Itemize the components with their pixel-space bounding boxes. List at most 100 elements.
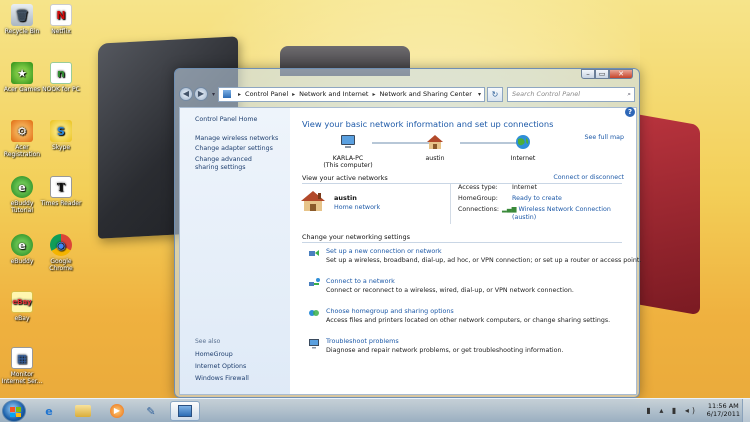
desktop-icon-recycle-bin[interactable]: 🗑 Recycle Bin — [1, 4, 43, 35]
homegroup-icon — [309, 310, 319, 316]
map-node-label: austin — [425, 154, 445, 162]
desktop-icon-nook[interactable]: n NOOK for PC — [40, 62, 82, 93]
computer-icon — [341, 135, 355, 148]
main-pane: View your basic network information and … — [290, 108, 641, 394]
active-networks-heading: View your active networks — [302, 174, 388, 182]
taskbar-windows-explorer[interactable] — [68, 401, 98, 421]
caption-buttons: – ▭ ✕ — [581, 69, 633, 79]
divider — [450, 184, 451, 224]
breadcrumb-network-sharing-center[interactable]: Network and Sharing Center — [379, 90, 471, 98]
monitor-internet-icon: ▦ — [11, 347, 33, 369]
map-node-austin[interactable]: austin — [410, 134, 460, 162]
task-description: Diagnose and repair network problems, or… — [326, 347, 564, 354]
wallpaper-laptop — [640, 114, 700, 316]
change-adapter-settings-link[interactable]: Change adapter settings — [195, 145, 285, 153]
homegroup-link[interactable]: HomeGroup — [195, 351, 285, 359]
breadcrumb-network-internet[interactable]: Network and Internet — [299, 90, 368, 98]
ebay-icon: eBay — [11, 291, 33, 313]
search-input[interactable]: Search Control Panel ⌕ — [507, 86, 635, 102]
refresh-button[interactable]: ↻ — [487, 86, 503, 102]
desktop-icon-ebuddy[interactable]: e eBuddy — [1, 234, 43, 265]
globe-icon — [516, 135, 530, 149]
skype-icon: S — [50, 120, 72, 142]
start-button[interactable] — [2, 400, 26, 422]
task-title[interactable]: Connect to a network — [326, 277, 395, 285]
show-desktop-button[interactable] — [742, 399, 750, 422]
home-network-icon — [301, 191, 325, 211]
desktop-icon-skype[interactable]: S Skype — [40, 120, 82, 151]
navigation-bar: ◀ ▶ ▾ ▸ Control Panel ▸ Network and Inte… — [179, 85, 635, 103]
access-type-label: Access type: — [458, 184, 498, 191]
taskbar-media-player[interactable]: ▶ — [102, 401, 132, 421]
taskbar-pinned-app[interactable]: ✎ — [136, 401, 166, 421]
desktop-icon-monitor-internet[interactable]: ▦ Monitor Internet Ser... — [1, 347, 43, 385]
windows-logo-icon — [10, 407, 21, 417]
new-connection-icon — [309, 250, 319, 256]
taskbar-internet-explorer[interactable]: e — [34, 401, 64, 421]
desktop-icon-acer-games[interactable]: ★ Acer Games — [1, 62, 43, 93]
see-also-heading: See also — [195, 338, 221, 345]
clock-time: 11:56 AM — [707, 402, 739, 410]
map-node-internet[interactable]: Internet — [498, 134, 548, 162]
taskbar: e ▶ ✎ ▮ ▴ ▮ ◂) 11:56 AM 6/17/2011 — [0, 398, 750, 422]
recycle-bin-icon: 🗑 — [11, 4, 33, 26]
desktop-icon-label: NOOK for PC — [42, 86, 80, 93]
chrome-icon: ◉ — [50, 234, 72, 256]
ebuddy-tutorial-icon: e — [11, 176, 33, 198]
desktop-icon-label: Monitor Internet Ser... — [1, 371, 43, 385]
control-panel-icon — [178, 405, 192, 417]
system-tray[interactable]: ▮ ▴ ▮ ◂) — [646, 406, 698, 415]
change-advanced-sharing-link[interactable]: Change advanced sharing settings — [195, 156, 275, 172]
taskbar-control-panel[interactable] — [170, 401, 200, 421]
clock-date: 6/17/2011 — [706, 410, 740, 418]
desktop-icon-label: Acer Games — [3, 86, 41, 93]
breadcrumb-separator: ▸ — [292, 90, 296, 98]
task-title[interactable]: Choose homegroup and sharing options — [326, 307, 454, 315]
ebuddy-icon: e — [11, 234, 33, 256]
internet-explorer-icon: e — [45, 404, 53, 418]
back-button[interactable]: ◀ — [179, 87, 193, 101]
desktop-icon-label: Times Reader — [40, 200, 82, 207]
address-bar[interactable]: ▸ Control Panel ▸ Network and Internet ▸… — [218, 86, 485, 102]
desktop-icon-ebuddy-tutorial[interactable]: e eBuddy Tutorial — [1, 176, 43, 214]
forward-button[interactable]: ▶ — [194, 87, 208, 101]
task-title[interactable]: Troubleshoot problems — [326, 337, 399, 345]
network-sharing-center-window: – ▭ ✕ ◀ ▶ ▾ ▸ Control Panel ▸ Network an… — [174, 68, 641, 398]
manage-wireless-networks-link[interactable]: Manage wireless networks — [195, 135, 285, 143]
search-icon[interactable]: ⌕ — [627, 90, 631, 99]
desktop-icon-label: Netflix — [51, 28, 71, 35]
desktop-icon-ebay[interactable]: eBay eBay — [1, 291, 43, 322]
active-network-type-link[interactable]: Home network — [334, 204, 380, 211]
task-title[interactable]: Set up a new connection or network — [326, 247, 442, 255]
recent-pages-dropdown[interactable]: ▾ — [212, 91, 215, 98]
windows-firewall-link[interactable]: Windows Firewall — [195, 375, 285, 383]
address-dropdown-icon[interactable]: ▾ — [478, 91, 481, 98]
breadcrumb-separator: ▸ — [372, 90, 376, 98]
times-reader-icon: T — [50, 176, 72, 198]
homegroup-label: HomeGroup: — [458, 195, 498, 202]
desktop-icon-acer-registration[interactable]: ⚙ Acer Registration — [1, 120, 43, 158]
signal-icon: ▂▄▆ — [502, 206, 517, 213]
desktop-icon-times-reader[interactable]: T Times Reader — [40, 176, 82, 207]
media-player-icon: ▶ — [110, 404, 124, 418]
desktop-icon-google-chrome[interactable]: ◉ Google Chrome — [40, 234, 82, 272]
internet-options-link[interactable]: Internet Options — [195, 363, 285, 371]
homegroup-ready-link[interactable]: Ready to create — [512, 195, 562, 203]
maximize-button[interactable]: ▭ — [595, 69, 609, 79]
control-panel-home-link[interactable]: Control Panel Home — [195, 116, 285, 124]
breadcrumb-control-panel[interactable]: Control Panel — [245, 90, 288, 98]
close-button[interactable]: ✕ — [609, 69, 633, 79]
desktop-icon-label: Acer Registration — [3, 144, 41, 158]
help-icon[interactable]: ? — [625, 107, 635, 117]
troubleshoot-icon — [309, 339, 319, 349]
active-network-name: austin — [334, 194, 357, 202]
access-type-value: Internet — [512, 184, 538, 191]
desktop-icon-label: eBuddy — [10, 258, 34, 265]
desktop-icon-netflix[interactable]: N Netflix — [40, 4, 82, 35]
minimize-button[interactable]: – — [581, 69, 595, 79]
see-full-map-link[interactable]: See full map — [585, 134, 624, 141]
connect-disconnect-link[interactable]: Connect or disconnect — [553, 174, 624, 181]
wireless-connection-link[interactable]: ▂▄▆ Wireless Network Connection (austin) — [502, 206, 611, 222]
clock[interactable]: 11:56 AM 6/17/2011 — [707, 402, 740, 418]
map-node-this-computer[interactable]: KARLA-PC (This computer) — [318, 134, 378, 170]
